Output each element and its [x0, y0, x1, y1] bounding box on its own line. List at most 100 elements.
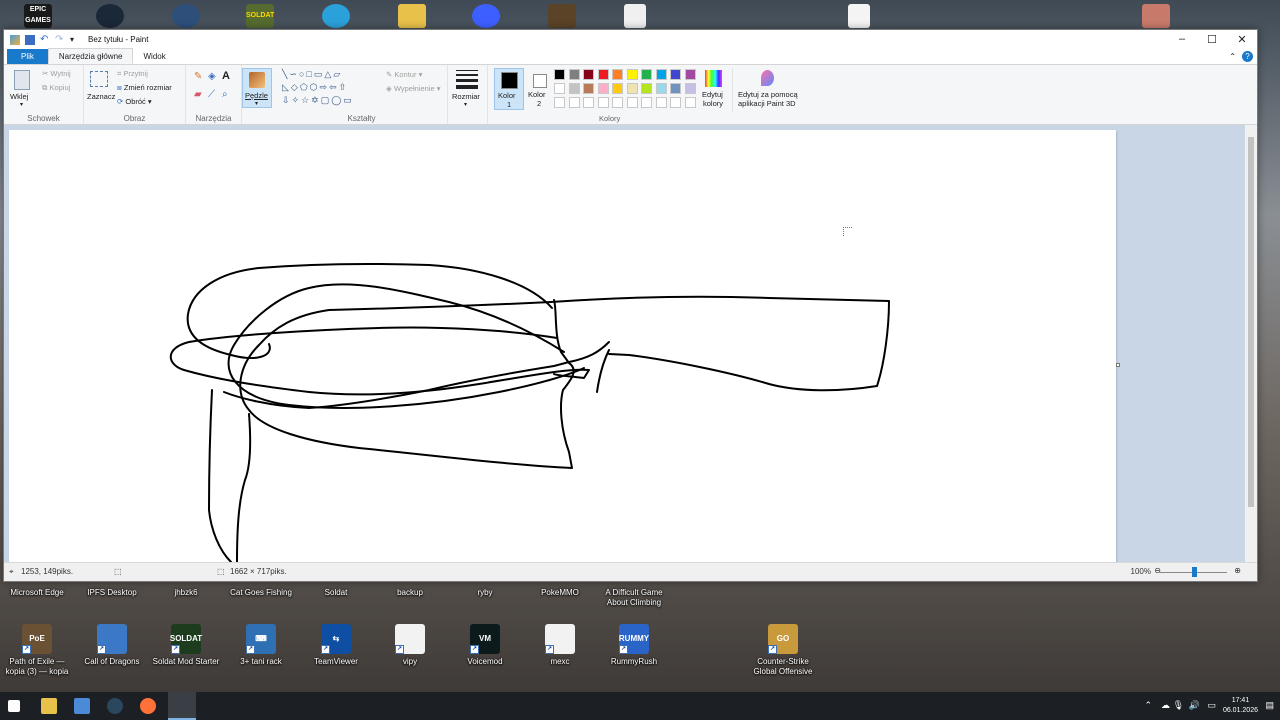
paint-taskbar-icon[interactable] [168, 692, 196, 720]
resize-button[interactable]: ⧈ Zmień rozmiar [117, 83, 172, 93]
document-icon[interactable] [624, 4, 646, 28]
desktop-shortcut[interactable]: ryby [448, 588, 522, 598]
game-icon[interactable] [1142, 4, 1170, 28]
firefox-icon[interactable] [140, 698, 156, 714]
clock[interactable]: 17:41 06.01.2026 [1223, 696, 1258, 716]
palette-empty-swatch[interactable] [554, 97, 565, 108]
color2-button[interactable]: Kolor 2 [526, 68, 554, 110]
palette-color-swatch[interactable] [568, 83, 580, 94]
help-icon[interactable]: ? [1242, 51, 1253, 62]
file-explorer-icon[interactable] [41, 698, 57, 714]
palette-empty-swatch[interactable] [597, 97, 609, 108]
customize-qa-icon[interactable]: ▾ [70, 35, 80, 45]
speaker-icon[interactable]: 🔊 [1189, 700, 1200, 711]
desktop-shortcut[interactable]: PoE ↗ Path of Exile — kopia (3) — kopia [0, 624, 74, 677]
palette-color-swatch[interactable] [684, 69, 696, 80]
palette-color-swatch[interactable] [554, 83, 565, 94]
shapes-gallery[interactable]: ╲∽○□▭△▱ ◺◇⬠⬡⇨⇦⇧ ⇩✧☆✡▢◯▭ [282, 68, 378, 108]
tab-file[interactable]: Plik [7, 49, 48, 64]
tab-home[interactable]: Narzędzia główne [47, 48, 134, 64]
vertical-scrollbar[interactable] [1245, 125, 1257, 564]
desktop-shortcut[interactable]: ⇆ ↗ TeamViewer [299, 624, 373, 667]
eraser-icon[interactable]: ▰ [194, 89, 202, 100]
palette-color-swatch[interactable] [655, 83, 667, 94]
microphone-icon[interactable]: 🎙 [1173, 700, 1184, 711]
palette-empty-swatch[interactable] [568, 97, 580, 108]
minimize-button[interactable]: – [1167, 30, 1197, 48]
desktop-shortcut[interactable]: Cat Goes Fishing [224, 588, 298, 598]
desktop-shortcut[interactable]: Soldat [299, 588, 373, 598]
palette-color-swatch[interactable] [568, 69, 580, 80]
fill-button[interactable]: ◈ Wypełnienie ▾ [386, 84, 441, 93]
desktop-shortcut[interactable]: ↗ mexc [523, 624, 597, 667]
size-icon[interactable] [456, 70, 478, 89]
desktop-shortcut[interactable]: VM ↗ Voicemod [448, 624, 522, 667]
color-picker-icon[interactable]: ⟋ [208, 89, 215, 100]
palette-color-swatch[interactable] [655, 69, 667, 80]
edit-colors-button[interactable]: Edytuj kolory [701, 68, 727, 110]
steam-icon[interactable] [96, 4, 124, 28]
pc-icon[interactable] [74, 698, 90, 714]
cut-button[interactable]: ✂ Wytnij [42, 69, 71, 78]
telegram-icon[interactable] [322, 4, 350, 28]
palette-empty-swatch[interactable] [583, 97, 594, 108]
palette-color-swatch[interactable] [684, 83, 696, 94]
redo-icon[interactable]: ↷ [55, 34, 65, 45]
shape-line-icon[interactable]: ╲∽○□▭△▱ [282, 69, 342, 79]
outline-button[interactable]: ✎ Kontur ▾ [386, 70, 422, 79]
shape-triangle-icon[interactable]: ◺◇⬠⬡⇨⇦⇧ [282, 82, 348, 92]
palette-color-swatch[interactable] [641, 69, 652, 80]
size-dropdown-icon[interactable]: ▾ [464, 101, 467, 108]
palette-color-swatch[interactable] [583, 83, 594, 94]
palette-color-swatch[interactable] [612, 69, 623, 80]
rotate-button[interactable]: ⟳ Obróć ▾ [117, 97, 152, 106]
desktop-shortcut[interactable]: PokeMMO [523, 588, 597, 598]
notifications-icon[interactable]: ▤ [1265, 700, 1274, 711]
app-icon[interactable] [172, 4, 200, 28]
palette-color-swatch[interactable] [612, 83, 623, 94]
undo-icon[interactable]: ↶ [40, 34, 50, 45]
brushes-button[interactable]: Pędzle ▾ [242, 68, 272, 108]
palette-color-swatch[interactable] [670, 69, 681, 80]
palette-empty-swatch[interactable] [655, 97, 667, 108]
start-windows-icon[interactable] [8, 700, 20, 712]
save-icon[interactable] [25, 34, 35, 45]
epic-games-icon[interactable]: EPIC GAMES [24, 4, 52, 28]
copy-button[interactable]: ⧉ Kopiuj [42, 83, 70, 93]
desktop-shortcut[interactable]: jhbzk6 [149, 588, 223, 598]
zoom-slider-thumb[interactable] [1192, 567, 1197, 577]
canvas-resize-handle[interactable] [1116, 363, 1120, 367]
close-button[interactable]: ✕ [1227, 30, 1257, 48]
magnifier-icon[interactable]: ⌕ [222, 89, 228, 100]
desktop-shortcut[interactable]: backup [373, 588, 447, 598]
nordvpn-icon[interactable] [472, 4, 500, 28]
desktop-shortcut[interactable]: Microsoft Edge [0, 588, 74, 598]
steam-taskbar-icon[interactable] [107, 698, 123, 714]
color1-button[interactable]: Kolor 1 [494, 68, 524, 110]
soldat-icon[interactable]: SOLDAT [246, 4, 274, 28]
text-icon[interactable]: A [222, 70, 230, 82]
zoom-in-button[interactable]: ⊕ [1234, 566, 1241, 575]
collapse-ribbon-icon[interactable]: ⌃ [1229, 52, 1236, 61]
desktop-shortcut[interactable]: RUMMY ↗ RummyRush [597, 624, 671, 667]
palette-color-swatch[interactable] [641, 83, 652, 94]
display-icon[interactable]: ▭ [1207, 700, 1216, 711]
folder-icon[interactable] [398, 4, 426, 28]
palette-empty-swatch[interactable] [670, 97, 681, 108]
tray-chevron-icon[interactable]: ⌃ [1144, 700, 1152, 711]
poe-icon[interactable] [548, 4, 576, 28]
palette-color-swatch[interactable] [670, 83, 681, 94]
desktop-shortcut[interactable]: SOLDAT ↗ Soldat Mod Starter [149, 624, 223, 667]
tab-view[interactable]: Widok [133, 49, 175, 64]
palette-empty-swatch[interactable] [612, 97, 623, 108]
drawing-canvas[interactable] [9, 130, 1116, 564]
network-cloud-icon[interactable]: ☁ [1161, 700, 1170, 711]
palette-color-swatch[interactable] [597, 69, 609, 80]
select-icon[interactable] [90, 71, 108, 87]
desktop-shortcut[interactable]: ↗ Call of Dragons [75, 624, 149, 667]
palette-empty-swatch[interactable] [626, 97, 638, 108]
fill-icon[interactable]: ◈ [208, 71, 216, 82]
crop-button[interactable]: ⌗ Przytnij [117, 69, 148, 79]
paint3d-button[interactable]: Edytuj za pomocą aplikacji Paint 3D [732, 68, 802, 112]
desktop-shortcut[interactable]: A Difficult Game About Climbing [597, 588, 671, 608]
